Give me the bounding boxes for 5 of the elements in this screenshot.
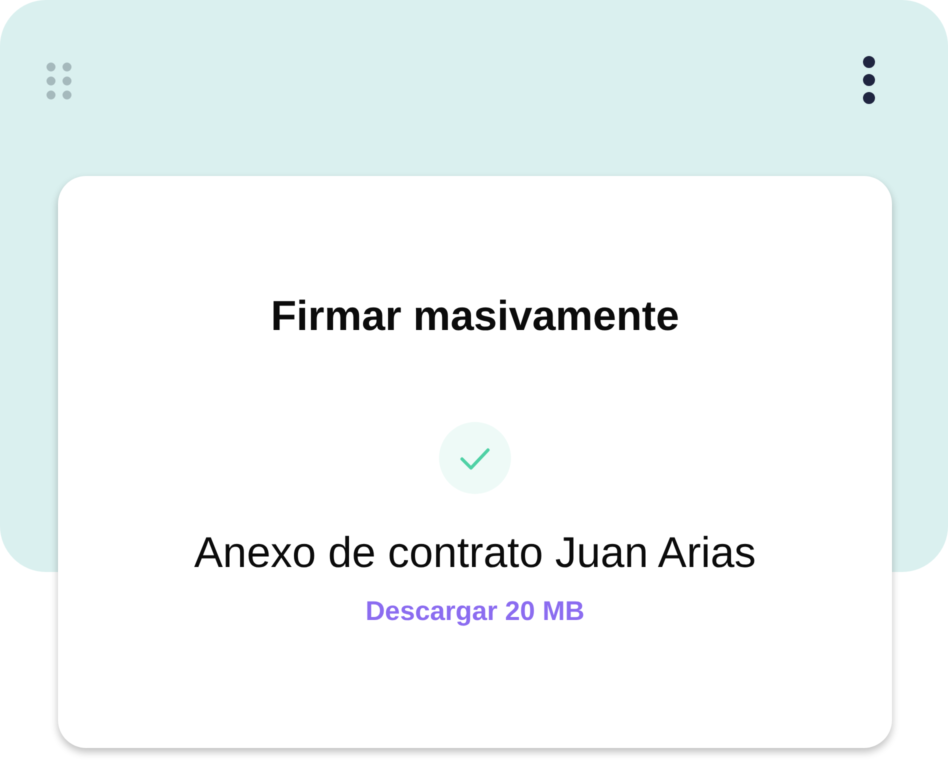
download-link[interactable]: Descargar 20 MB [365,594,585,628]
drag-handle-icon[interactable] [46,62,72,100]
dialog-title: Firmar masivamente [270,291,680,341]
more-options-icon[interactable] [862,56,876,104]
file-name: Anexo de contrato Juan Arias [194,528,756,579]
